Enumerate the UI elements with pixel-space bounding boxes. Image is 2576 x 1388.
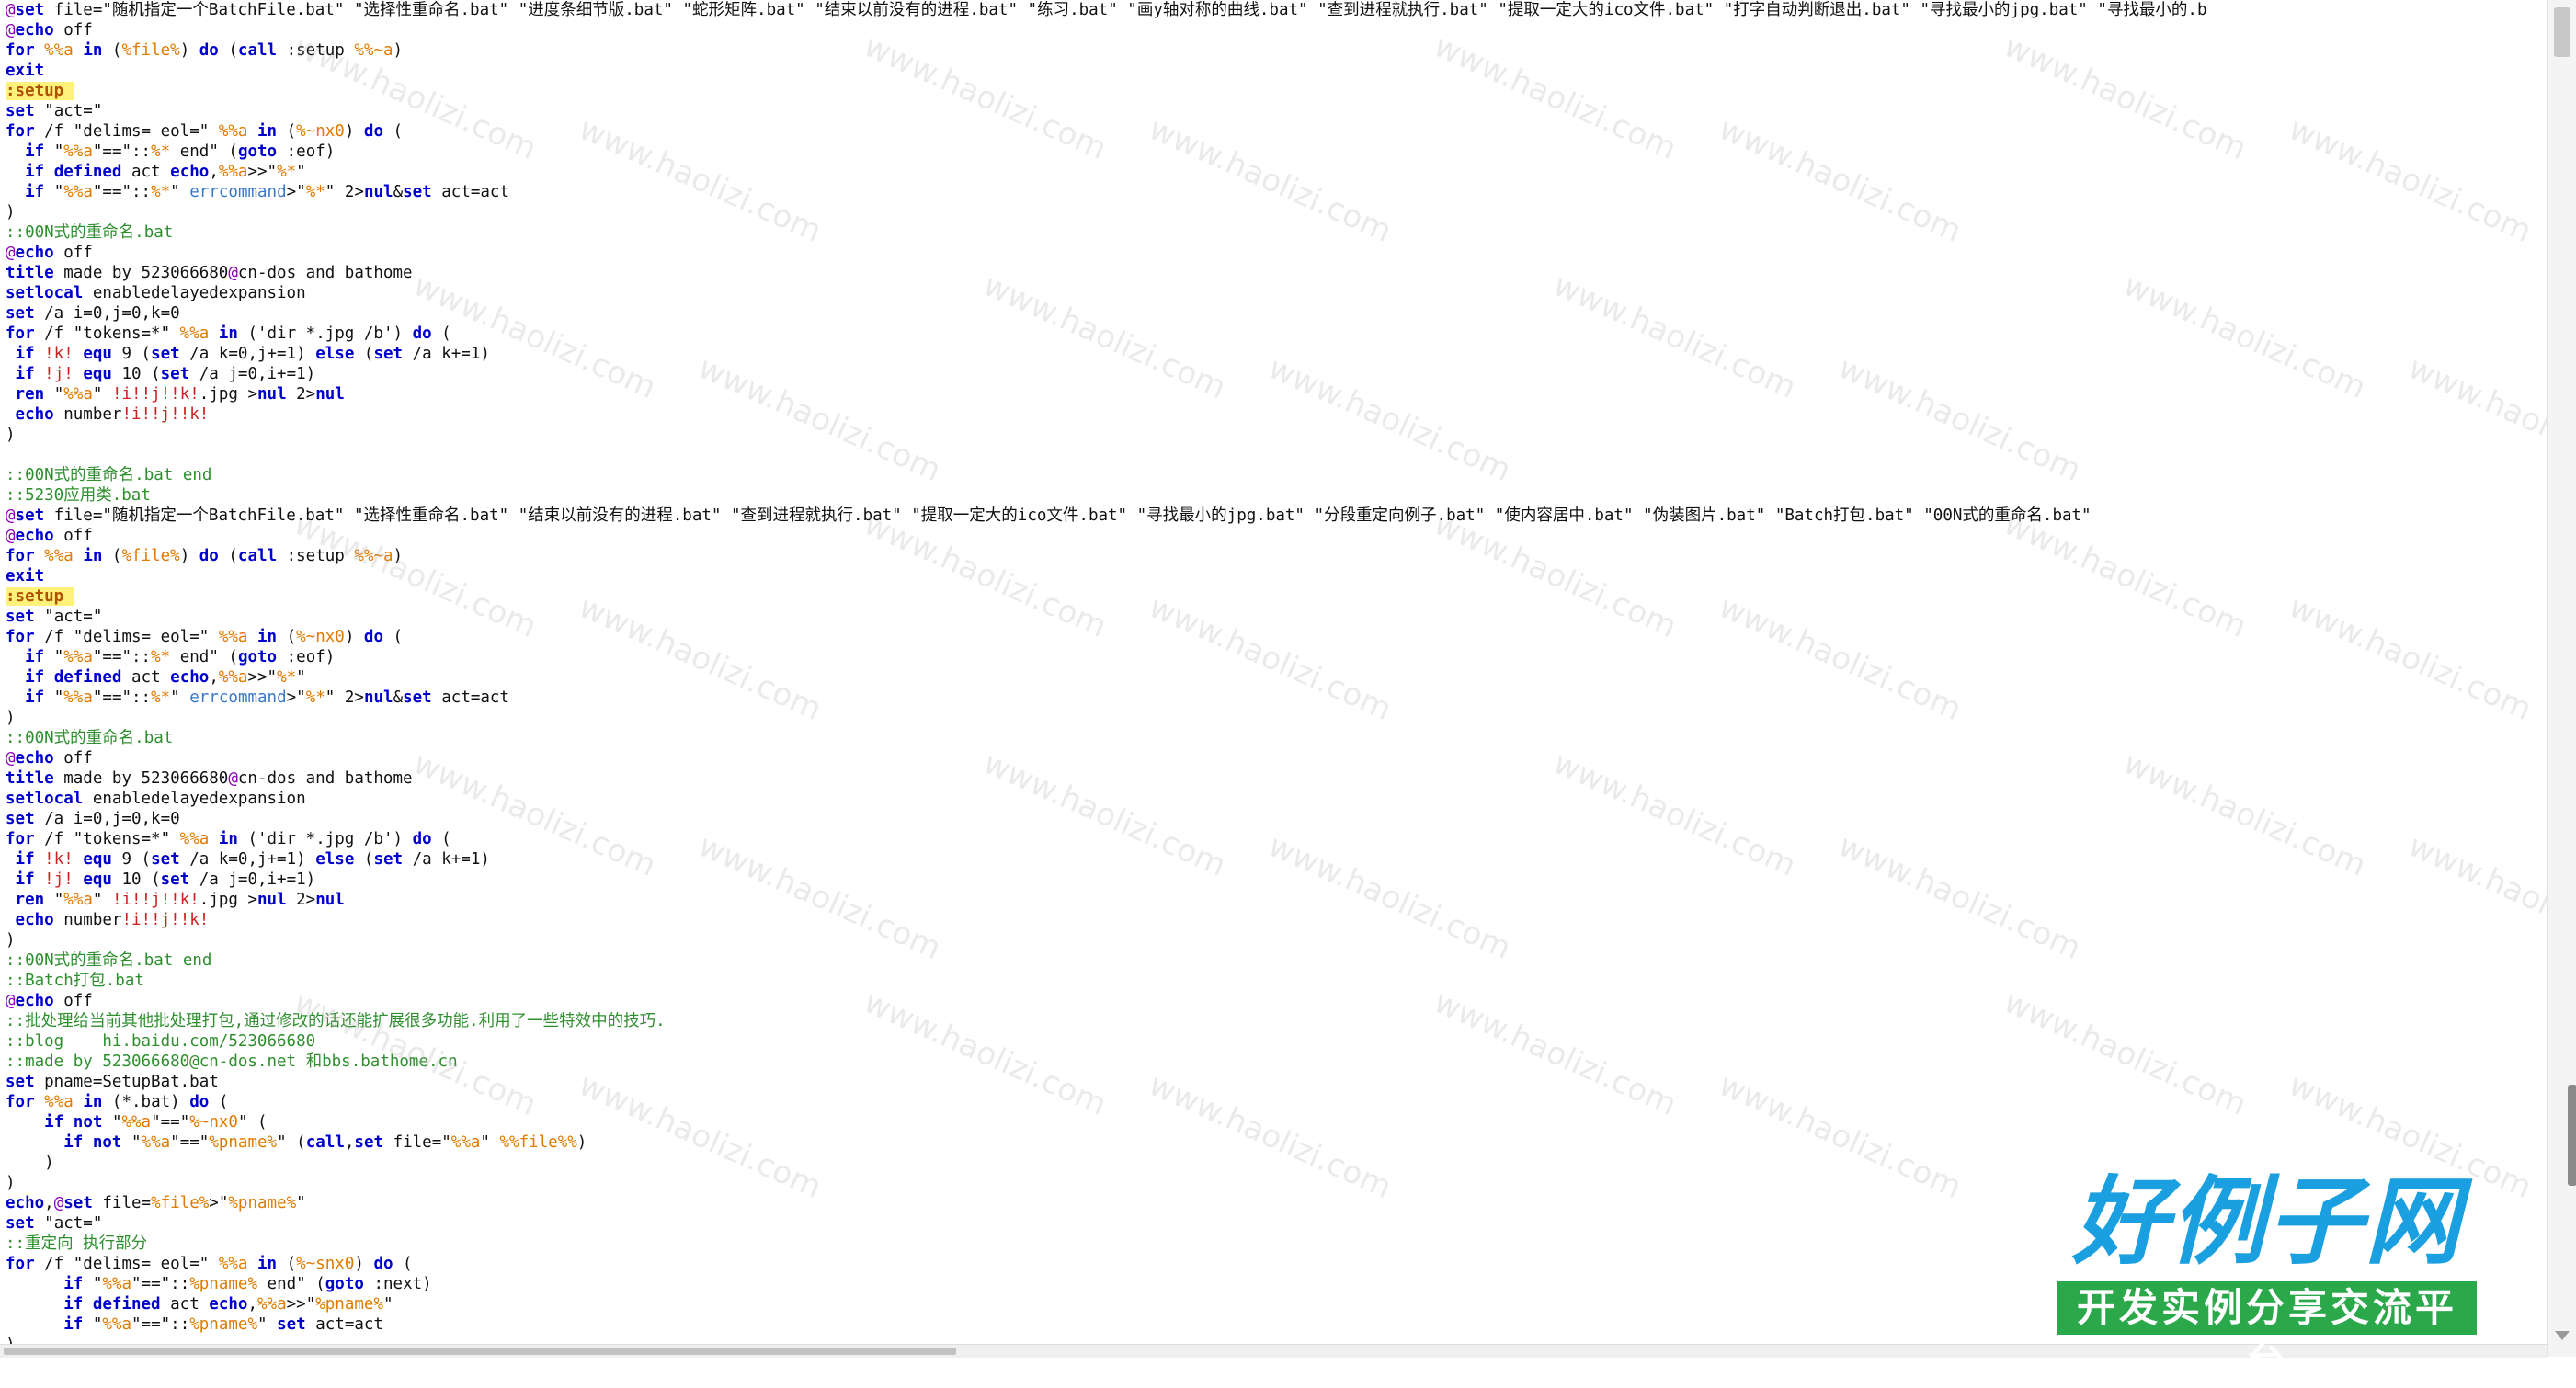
horizontal-scroll-thumb[interactable] bbox=[4, 1348, 956, 1355]
code-line[interactable]: exit bbox=[0, 61, 2547, 81]
code-line[interactable]: if !j! equ 10 (set /a j=0,i+=1) bbox=[0, 870, 2547, 890]
code-line[interactable]: @set file="随机指定一个BatchFile.bat" "选择性重命名.… bbox=[0, 0, 2547, 20]
code-line[interactable]: for %%a in (%file%) do (call :setup %%~a… bbox=[0, 546, 2547, 566]
vertical-scrollbar[interactable] bbox=[2547, 0, 2576, 1357]
code-line[interactable]: ) bbox=[0, 202, 2547, 222]
horizontal-scrollbar[interactable] bbox=[0, 1344, 2547, 1358]
code-line[interactable]: @echo off bbox=[0, 991, 2547, 1011]
code-line[interactable]: echo number!i!!j!!k! bbox=[0, 910, 2547, 930]
code-line[interactable]: for %%a in (%file%) do (call :setup %%~a… bbox=[0, 40, 2547, 61]
code-line[interactable]: if defined act echo,%%a>>"%*" bbox=[0, 162, 2547, 182]
code-line[interactable]: @echo off bbox=[0, 526, 2547, 546]
code-line[interactable]: if "%%a"=="::%* end" (goto :eof) bbox=[0, 647, 2547, 667]
code-line[interactable]: @echo off bbox=[0, 748, 2547, 768]
site-logo: 好例子网 开发实例分享交流平台 bbox=[2052, 1166, 2482, 1383]
code-area[interactable]: @set file="随机指定一个BatchFile.bat" "选择性重命名.… bbox=[0, 0, 2547, 1344]
code-line[interactable]: if !k! equ 9 (set /a k=0,j+=1) else (set… bbox=[0, 849, 2547, 870]
code-line[interactable]: for /f "tokens=*" %%a in ('dir *.jpg /b'… bbox=[0, 829, 2547, 849]
code-line[interactable]: if !j! equ 10 (set /a j=0,i+=1) bbox=[0, 364, 2547, 384]
code-line[interactable]: set "act=" bbox=[0, 607, 2547, 627]
code-line[interactable]: @echo off bbox=[0, 20, 2547, 40]
code-line[interactable] bbox=[0, 445, 2547, 465]
code-line[interactable]: ) bbox=[0, 930, 2547, 950]
code-line[interactable]: set pname=SetupBat.bat bbox=[0, 1072, 2547, 1092]
code-line[interactable]: :setup bbox=[0, 81, 2547, 101]
code-line[interactable]: ren "%%a" !i!!j!!k!.jpg >nul 2>nul bbox=[0, 384, 2547, 404]
code-line[interactable]: set "act=" bbox=[0, 101, 2547, 121]
code-line[interactable]: ) bbox=[0, 708, 2547, 728]
code-line[interactable]: title made by 523066680@cn-dos and batho… bbox=[0, 768, 2547, 789]
code-line[interactable]: if defined act echo,%%a>>"%*" bbox=[0, 667, 2547, 688]
code-line[interactable]: if !k! equ 9 (set /a k=0,j+=1) else (set… bbox=[0, 344, 2547, 364]
code-line[interactable]: title made by 523066680@cn-dos and batho… bbox=[0, 263, 2547, 283]
code-line[interactable]: for /f "tokens=*" %%a in ('dir *.jpg /b'… bbox=[0, 324, 2547, 344]
code-line[interactable]: ::5230应用类.bat bbox=[0, 485, 2547, 506]
code-line[interactable]: ren "%%a" !i!!j!!k!.jpg >nul 2>nul bbox=[0, 890, 2547, 910]
code-line[interactable]: ::Batch打包.bat bbox=[0, 971, 2547, 991]
code-line[interactable]: ::00N式的重命名.bat end bbox=[0, 950, 2547, 971]
scroll-position-marker bbox=[2568, 1085, 2576, 1186]
code-line[interactable]: if "%%a"=="::%*" errcommand>"%*" 2>nul&s… bbox=[0, 182, 2547, 202]
code-line[interactable]: set /a i=0,j=0,k=0 bbox=[0, 809, 2547, 829]
code-line[interactable]: ::made by 523066680@cn-dos.net 和bbs.bath… bbox=[0, 1052, 2547, 1072]
code-line[interactable]: set /a i=0,j=0,k=0 bbox=[0, 303, 2547, 324]
code-line[interactable]: if not "%%a"=="%~nx0" ( bbox=[0, 1112, 2547, 1132]
code-line[interactable]: for %%a in (*.bat) do ( bbox=[0, 1092, 2547, 1112]
code-line[interactable]: ::00N式的重命名.bat bbox=[0, 222, 2547, 243]
scroll-down-arrow-icon[interactable] bbox=[2555, 1331, 2570, 1340]
code-line[interactable]: if not "%%a"=="%pname%" (call,set file="… bbox=[0, 1132, 2547, 1153]
code-line[interactable]: setlocal enabledelayedexpansion bbox=[0, 789, 2547, 809]
code-line[interactable]: exit bbox=[0, 566, 2547, 586]
code-line[interactable]: :setup bbox=[0, 586, 2547, 607]
code-line[interactable]: ::00N式的重命名.bat bbox=[0, 728, 2547, 748]
logo-title: 好例子网 bbox=[2071, 1166, 2462, 1278]
code-line[interactable]: @set file="随机指定一个BatchFile.bat" "选择性重命名.… bbox=[0, 506, 2547, 526]
code-line[interactable]: for /f "delims= eol=" %%a in (%~nx0) do … bbox=[0, 121, 2547, 142]
code-line[interactable]: @echo off bbox=[0, 243, 2547, 263]
code-line[interactable]: ::00N式的重命名.bat end bbox=[0, 465, 2547, 485]
code-line[interactable]: for /f "delims= eol=" %%a in (%~nx0) do … bbox=[0, 627, 2547, 647]
code-line[interactable]: setlocal enabledelayedexpansion bbox=[0, 283, 2547, 303]
code-line[interactable]: if "%%a"=="::%* end" (goto :eof) bbox=[0, 142, 2547, 162]
code-line[interactable]: ::批处理给当前其他批处理打包,通过修改的话还能扩展很多功能.利用了一些特效中的… bbox=[0, 1011, 2547, 1031]
logo-subtitle: 开发实例分享交流平台 bbox=[2057, 1281, 2477, 1383]
code-line[interactable]: if "%%a"=="::%*" errcommand>"%*" 2>nul&s… bbox=[0, 688, 2547, 708]
code-editor[interactable]: @set file="随机指定一个BatchFile.bat" "选择性重命名.… bbox=[0, 0, 2547, 1344]
vertical-scroll-thumb[interactable] bbox=[2554, 7, 2570, 57]
code-line[interactable]: ::blog hi.baidu.com/523066680 bbox=[0, 1031, 2547, 1052]
code-line[interactable]: echo number!i!!j!!k! bbox=[0, 404, 2547, 425]
code-line[interactable]: ) bbox=[0, 425, 2547, 445]
